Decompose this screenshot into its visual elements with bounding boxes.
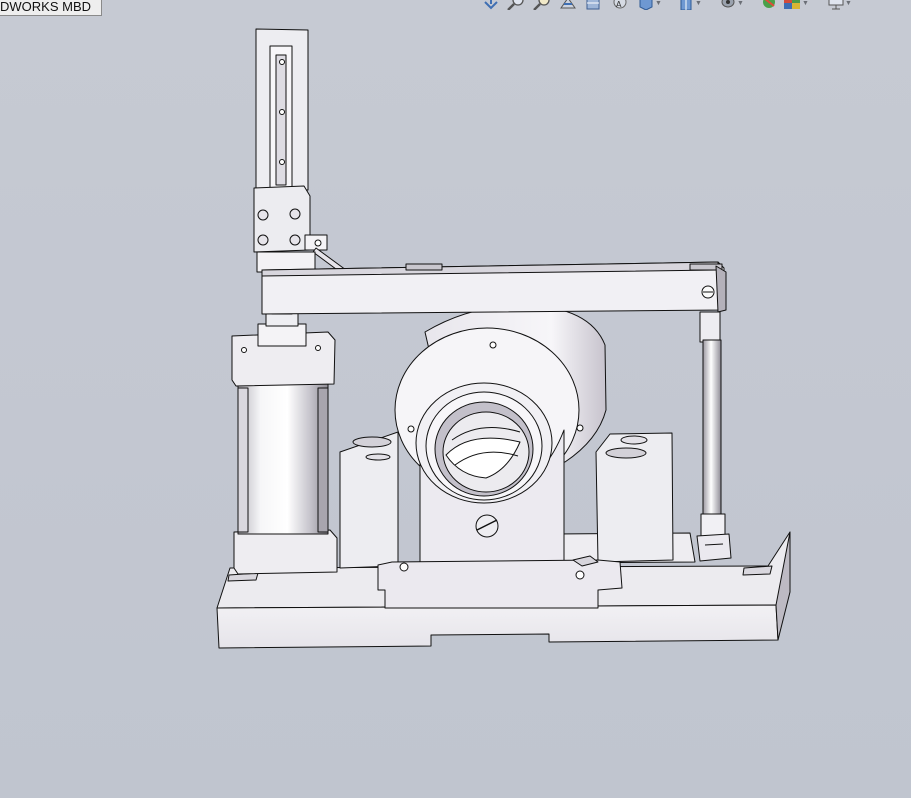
graphics-viewport[interactable]: DWORKS MBD A ▼ ▼ ▼ ▼ ▼: [0, 0, 911, 798]
right-support-block: [595, 432, 674, 563]
support-strut: [696, 311, 732, 562]
pillow-block-housing: [377, 304, 623, 609]
left-support-block: [339, 431, 399, 569]
lever-arm: [261, 261, 727, 315]
vertical-guide-rail: [253, 28, 347, 273]
cad-assembly-model[interactable]: [0, 0, 911, 798]
